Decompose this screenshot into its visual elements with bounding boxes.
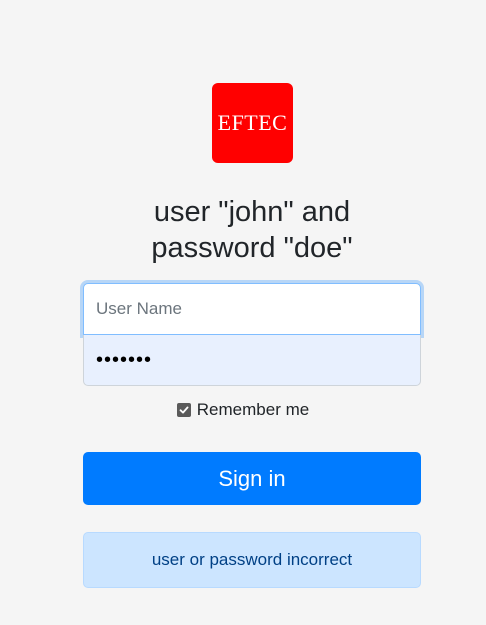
logo-text: EFTEC	[217, 110, 288, 135]
sign-in-button[interactable]: Sign in	[83, 452, 421, 505]
checkmark-icon	[179, 406, 189, 414]
page-heading: user "john" and password "doe"	[83, 194, 421, 266]
remember-me-row: Remember me	[0, 400, 486, 420]
password-input[interactable]	[83, 335, 421, 386]
error-alert: user or password incorrect	[83, 532, 421, 588]
eftec-logo: EFTEC	[212, 83, 293, 163]
heading-line-2: password "doe"	[151, 232, 353, 264]
heading-line-1: user "john" and	[153, 196, 351, 228]
remember-me-label[interactable]: Remember me	[197, 400, 309, 420]
login-page: EFTEC user "john" and password "doe" Rem…	[0, 0, 486, 625]
error-message: user or password incorrect	[151, 550, 353, 569]
remember-me-checkbox[interactable]	[176, 403, 191, 417]
username-input[interactable]	[83, 283, 421, 335]
